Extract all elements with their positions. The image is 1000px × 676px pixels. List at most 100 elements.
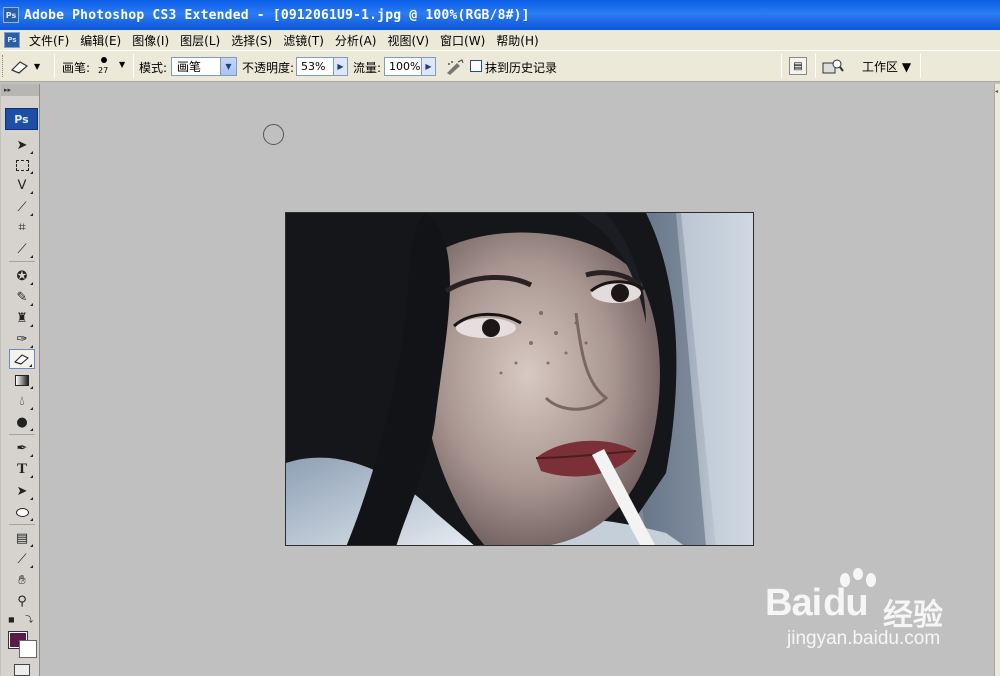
palette-toggle-icon[interactable]: ▤ [789, 57, 807, 75]
pen-tool[interactable]: ✒ [9, 438, 35, 458]
tool-preset-picker[interactable]: ▼ [9, 56, 49, 77]
brush-picker[interactable]: 27 ▼ [97, 54, 129, 80]
portrait-photo [286, 213, 753, 545]
chevron-down-icon[interactable]: ▼ [220, 58, 236, 75]
type-icon: T [16, 460, 27, 477]
shape-tool[interactable] [9, 502, 35, 522]
airbrush-icon[interactable] [444, 57, 466, 77]
erase-to-history-label: 抹到历史记录 [485, 61, 558, 75]
slider-arrow-icon[interactable]: ▶ [421, 58, 435, 75]
brush-cursor [263, 124, 284, 145]
dodge-icon: ● [16, 414, 28, 430]
separator [781, 54, 782, 78]
menu-edit[interactable]: 编辑(E) [78, 32, 123, 49]
separator [54, 54, 55, 78]
move-tool[interactable]: ➤ [9, 135, 35, 155]
title-bar: Ps Adobe Photoshop CS3 Extended - [09120… [0, 0, 1000, 30]
background-color-swatch[interactable] [19, 640, 37, 658]
lasso-tool[interactable]: ᐯ [9, 175, 35, 195]
toolbox-divider [9, 524, 35, 525]
menu-layer[interactable]: 图层(L) [178, 32, 222, 49]
magic-wand-icon: ⟋ [17, 199, 27, 215]
flow-field[interactable]: 100% ▶ [384, 57, 436, 76]
history-brush-tool[interactable]: ✑ [9, 329, 35, 349]
swap-colors-icon[interactable]: ⤵ [25, 614, 33, 625]
separator [133, 54, 134, 78]
clone-stamp-tool[interactable]: ♜ [9, 308, 35, 328]
blur-tool[interactable]: 💧︎ [9, 391, 35, 411]
move-icon: ➤ [16, 137, 28, 153]
eyedropper-icon: ⟋ [17, 551, 27, 567]
history-brush-icon: ✑ [16, 331, 28, 347]
toolbox-header[interactable]: ▸▸ [1, 84, 39, 96]
menu-help[interactable]: 帮助(H) [494, 32, 540, 49]
quick-mask-icon[interactable] [14, 664, 30, 676]
menu-view[interactable]: 视图(V) [385, 32, 431, 49]
mode-value: 画笔 [177, 60, 202, 74]
eraser-icon [10, 60, 29, 74]
ellipse-shape-icon [15, 507, 29, 517]
expand-arrow-icon[interactable]: ◂ [995, 88, 998, 95]
eyedropper-tool[interactable]: ⟋ [9, 549, 35, 569]
photoshop-window: Ps Adobe Photoshop CS3 Extended - [09120… [0, 0, 1000, 676]
crop-tool[interactable]: ⌗ [9, 217, 35, 237]
opacity-value[interactable]: 53% [297, 60, 333, 73]
marquee-icon [15, 159, 29, 171]
slice-tool[interactable]: ⟋ [9, 239, 35, 259]
path-selection-tool[interactable]: ➤ [9, 481, 35, 501]
workspace-menu[interactable]: 工作区 ▼ [862, 58, 911, 75]
menu-select[interactable]: 选择(S) [229, 32, 274, 49]
chevron-down-icon: ▼ [119, 60, 126, 69]
flow-value[interactable]: 100% [385, 60, 421, 73]
lasso-icon: ᐯ [17, 177, 27, 193]
healing-brush-tool[interactable]: ✪ [9, 266, 35, 286]
zoom-tool[interactable]: ⚲ [9, 591, 35, 611]
toolbox: ▸▸ Ps ➤ ᐯ ⟋ ⌗ ⟋ ✪ ✎ ♜ ✑ 💧︎ ● ✒ T ➤ ▤ ⟋ ✋… [1, 84, 40, 676]
menu-bar: Ps 文件(F) 编辑(E) 图像(I) 图层(L) 选择(S) 滤镜(T) 分… [0, 30, 1000, 50]
zoom-icon: ⚲ [17, 593, 27, 609]
mode-label: 模式: [139, 61, 168, 75]
watermark-url: jingyan.baidu.com [787, 628, 941, 649]
separator [920, 54, 921, 78]
photoshop-logo[interactable]: Ps [5, 108, 38, 130]
opacity-label: 不透明度: [242, 61, 295, 75]
flow-label: 流量: [353, 61, 382, 75]
path-selection-icon: ➤ [16, 483, 28, 499]
hand-tool[interactable]: ✋︎ [9, 570, 35, 590]
menu-filter[interactable]: 滤镜(T) [281, 32, 326, 49]
erase-to-history-checkbox[interactable] [470, 60, 482, 72]
crop-icon: ⌗ [18, 219, 26, 235]
type-tool[interactable]: T [9, 459, 35, 479]
hand-icon: ✋︎ [18, 572, 26, 588]
default-colors-icon[interactable]: ◼ [8, 615, 15, 624]
notes-icon: ▤ [15, 530, 29, 546]
opacity-field[interactable]: 53% ▶ [296, 57, 348, 76]
eraser-tool[interactable] [9, 349, 35, 369]
gradient-tool[interactable] [9, 370, 35, 390]
baidu-jingyan-watermark: Baidu 经验 jingyan.baidu.com [765, 568, 995, 660]
brush-label: 画笔: [62, 61, 91, 75]
slider-arrow-icon[interactable]: ▶ [333, 58, 347, 75]
marquee-tool[interactable] [9, 155, 35, 175]
menu-file[interactable]: 文件(F) [27, 32, 71, 49]
bridge-icon[interactable] [821, 56, 845, 76]
window-title: Adobe Photoshop CS3 Extended - [0912061U… [24, 7, 530, 23]
mode-select[interactable]: 画笔 ▼ [171, 57, 237, 76]
watermark-brand: Baidu [765, 582, 869, 624]
notes-tool[interactable]: ▤ [9, 528, 35, 548]
menu-window[interactable]: 窗口(W) [438, 32, 487, 49]
menu-analysis[interactable]: 分析(A) [333, 32, 379, 49]
blur-drop-icon: 💧︎ [19, 393, 25, 409]
document-image[interactable] [285, 212, 754, 546]
dodge-tool[interactable]: ● [9, 412, 35, 432]
slice-icon: ⟋ [17, 241, 27, 257]
document-icon[interactable]: Ps [4, 32, 20, 48]
toolbox-divider [9, 261, 35, 262]
options-bar-grip[interactable] [2, 55, 5, 77]
menu-image[interactable]: 图像(I) [130, 32, 171, 49]
clone-stamp-icon: ♜ [16, 310, 28, 326]
magic-wand-tool[interactable]: ⟋ [9, 197, 35, 217]
brush-icon: ✎ [16, 289, 28, 305]
toolbox-divider [9, 434, 35, 435]
brush-tool[interactable]: ✎ [9, 287, 35, 307]
